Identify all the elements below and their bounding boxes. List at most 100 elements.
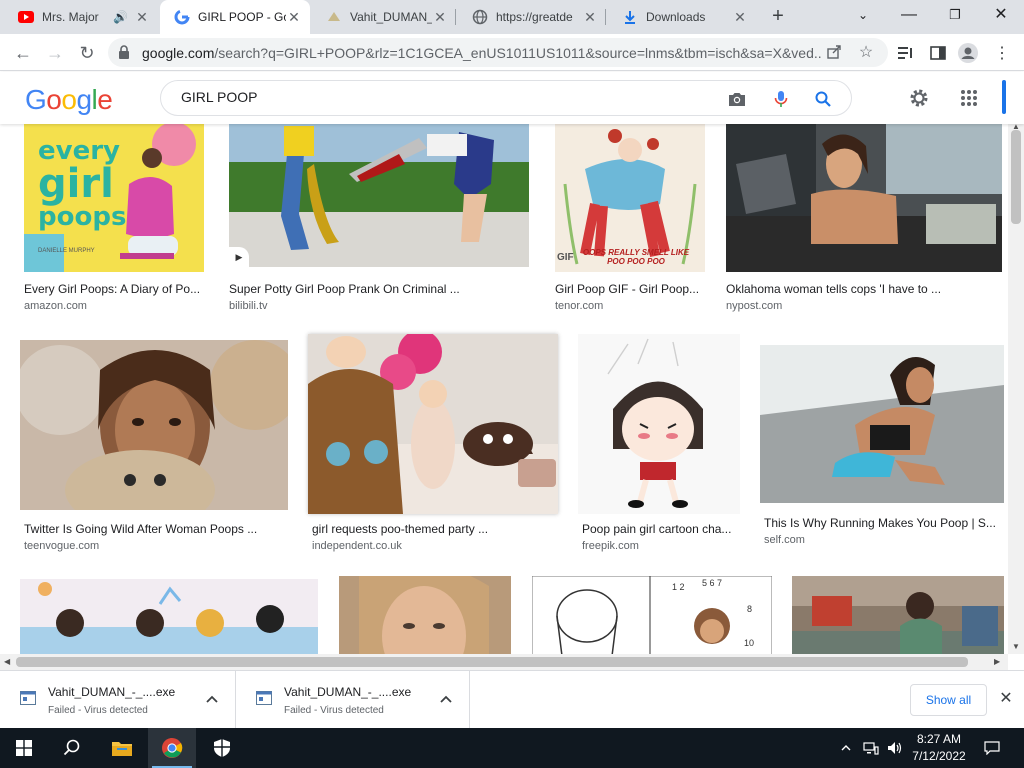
forward-button[interactable]: → (42, 40, 68, 66)
result-caption[interactable]: Poop pain girl cartoon cha... (582, 522, 740, 536)
result-caption[interactable]: girl requests poo-themed party ... (312, 522, 558, 536)
start-button[interactable] (0, 728, 48, 768)
result-source[interactable]: amazon.com (24, 300, 87, 312)
tab-search-icon[interactable]: ⌄ (840, 0, 886, 30)
result-thumbnail[interactable] (339, 576, 511, 654)
result-source[interactable]: self.com (764, 534, 805, 546)
close-tab-icon[interactable]: ✕ (432, 9, 448, 25)
back-button[interactable]: ← (10, 40, 36, 66)
vertical-scroll-thumb[interactable] (1011, 130, 1021, 224)
tab-girl-poop[interactable]: GIRL POOP - Go ✕ (160, 0, 310, 34)
reload-button[interactable]: ↻ (74, 40, 100, 66)
apps-grid-icon[interactable] (957, 86, 981, 110)
close-shelf-icon[interactable]: ✕ (996, 689, 1016, 709)
result-caption[interactable]: Girl Poop GIF - Girl Poop... (555, 282, 705, 296)
restore-button[interactable]: ❐ (932, 0, 978, 30)
result-source[interactable]: nypost.com (726, 300, 782, 312)
reading-list-icon[interactable] (896, 43, 916, 63)
horizontal-scrollbar[interactable]: ◀ ▶ (0, 654, 1008, 670)
result-caption[interactable]: This Is Why Running Makes You Poop | S..… (764, 516, 1004, 530)
close-tab-icon[interactable]: ✕ (732, 9, 748, 25)
result-source[interactable]: freepik.com (582, 540, 639, 552)
result-thumbnail[interactable] (792, 576, 1004, 654)
menu-kebab-icon[interactable]: ⋮ (992, 43, 1012, 63)
result-thumbnail[interactable]: every girl poops DANIELLE MURPHY (24, 124, 204, 272)
result-caption[interactable]: Super Potty Girl Poop Prank On Criminal … (229, 282, 529, 296)
side-panel-icon[interactable] (928, 43, 948, 63)
result-thumbnail[interactable] (20, 579, 318, 654)
tab-vahit-duman[interactable]: Vahit_DUMAN_ ✕ (312, 0, 456, 34)
close-tab-icon[interactable]: ✕ (582, 9, 598, 25)
file-explorer-icon[interactable] (98, 728, 146, 768)
video-play-icon[interactable]: ▶ (229, 247, 249, 267)
result-card[interactable]: This Is Why Running Makes You Poop | S..… (760, 345, 1004, 556)
close-window-button[interactable]: ✕ (978, 0, 1024, 30)
security-shield-icon[interactable] (198, 728, 246, 768)
result-thumbnail[interactable] (760, 345, 1004, 503)
address-bar[interactable]: google.com/search?q=GIRL+POOP&rlz=1C1GCE… (108, 38, 888, 67)
tab-greatde[interactable]: https://greatde ✕ (458, 0, 606, 34)
search-taskbar-icon[interactable] (48, 728, 96, 768)
search-icon[interactable] (813, 89, 833, 109)
result-thumbnail[interactable] (308, 334, 558, 514)
result-thumbnail[interactable] (726, 124, 1002, 272)
result-card[interactable] (20, 579, 318, 654)
horizontal-scroll-thumb[interactable] (16, 657, 968, 667)
result-caption[interactable]: Twitter Is Going Wild After Woman Poops … (24, 522, 288, 536)
result-thumbnail[interactable] (578, 334, 740, 514)
result-thumbnail[interactable]: 1 2 5 6 7 8 10 (532, 576, 772, 654)
result-source[interactable]: bilibili.tv (229, 300, 268, 312)
new-tab-button[interactable]: + (766, 5, 790, 29)
chrome-taskbar-icon[interactable] (148, 728, 196, 768)
network-icon[interactable] (860, 728, 882, 768)
result-card[interactable]: OOPS REALLY SMELL LIKE POO POO POO GIF G… (555, 124, 705, 314)
camera-search-icon[interactable] (727, 89, 747, 109)
bookmark-star-icon[interactable]: ☆ (856, 42, 876, 62)
chevron-up-icon[interactable] (202, 689, 222, 709)
voice-search-icon[interactable] (771, 89, 791, 109)
google-logo[interactable]: Google (25, 84, 113, 116)
system-clock[interactable]: 8:27 AM 7/12/2022 (904, 731, 974, 765)
settings-gear-icon[interactable] (907, 86, 931, 110)
tray-chevron-up-icon[interactable] (838, 728, 854, 768)
close-tab-icon[interactable]: ✕ (286, 9, 302, 25)
result-card[interactable] (339, 576, 511, 654)
notification-icon[interactable] (980, 728, 1004, 768)
result-thumbnail[interactable]: ▶ (229, 124, 529, 267)
search-input[interactable] (181, 89, 701, 105)
vertical-scrollbar[interactable]: ▲ ▼ (1008, 122, 1024, 654)
chevron-up-icon[interactable] (436, 689, 456, 709)
result-card[interactable]: ▶ Super Potty Girl Poop Prank On Crimina… (229, 124, 529, 314)
result-thumbnail[interactable]: OOPS REALLY SMELL LIKE POO POO POO GIF (555, 124, 705, 272)
share-icon[interactable] (824, 42, 844, 62)
profile-icon[interactable] (958, 43, 978, 63)
scroll-left-arrow-icon[interactable]: ◀ (4, 657, 10, 666)
result-source[interactable]: teenvogue.com (24, 540, 99, 552)
result-caption[interactable]: Every Girl Poops: A Diary of Po... (24, 282, 204, 296)
show-all-button[interactable]: Show all (910, 684, 987, 716)
close-tab-icon[interactable]: ✕ (134, 9, 150, 25)
result-source[interactable]: tenor.com (555, 300, 603, 312)
account-avatar[interactable] (1002, 80, 1006, 114)
result-source[interactable]: independent.co.uk (312, 540, 402, 552)
result-caption[interactable]: Oklahoma woman tells cops 'I have to ... (726, 282, 1002, 296)
minimize-button[interactable]: — (886, 0, 932, 30)
download-item[interactable]: Vahit_DUMAN_-_....exe Failed - Virus det… (236, 671, 470, 729)
result-card[interactable]: Poop pain girl cartoon cha... freepik.co… (578, 334, 740, 556)
tab-downloads[interactable]: Downloads ✕ (608, 0, 756, 34)
result-card[interactable] (792, 576, 1004, 654)
result-thumbnail[interactable] (20, 340, 288, 510)
volume-icon[interactable] (884, 728, 906, 768)
result-card[interactable]: every girl poops DANIELLE MURPHY Every G… (24, 124, 204, 314)
lock-icon[interactable] (118, 45, 130, 64)
result-card[interactable]: girl requests poo-themed party ... indep… (308, 334, 558, 556)
scroll-right-arrow-icon[interactable]: ▶ (994, 657, 1000, 666)
result-card[interactable]: Twitter Is Going Wild After Woman Poops … (20, 340, 288, 556)
download-item[interactable]: Vahit_DUMAN_-_....exe Failed - Virus det… (0, 671, 236, 729)
tab-mrs-major[interactable]: Mrs. Major 🔊 ✕ (4, 0, 158, 34)
result-card[interactable]: Oklahoma woman tells cops 'I have to ...… (726, 124, 1002, 314)
exe-file-icon (256, 691, 272, 710)
result-card[interactable]: 1 2 5 6 7 8 10 (532, 576, 772, 654)
audio-playing-icon[interactable]: 🔊 (113, 10, 128, 24)
scroll-down-arrow-icon[interactable]: ▼ (1012, 642, 1020, 651)
